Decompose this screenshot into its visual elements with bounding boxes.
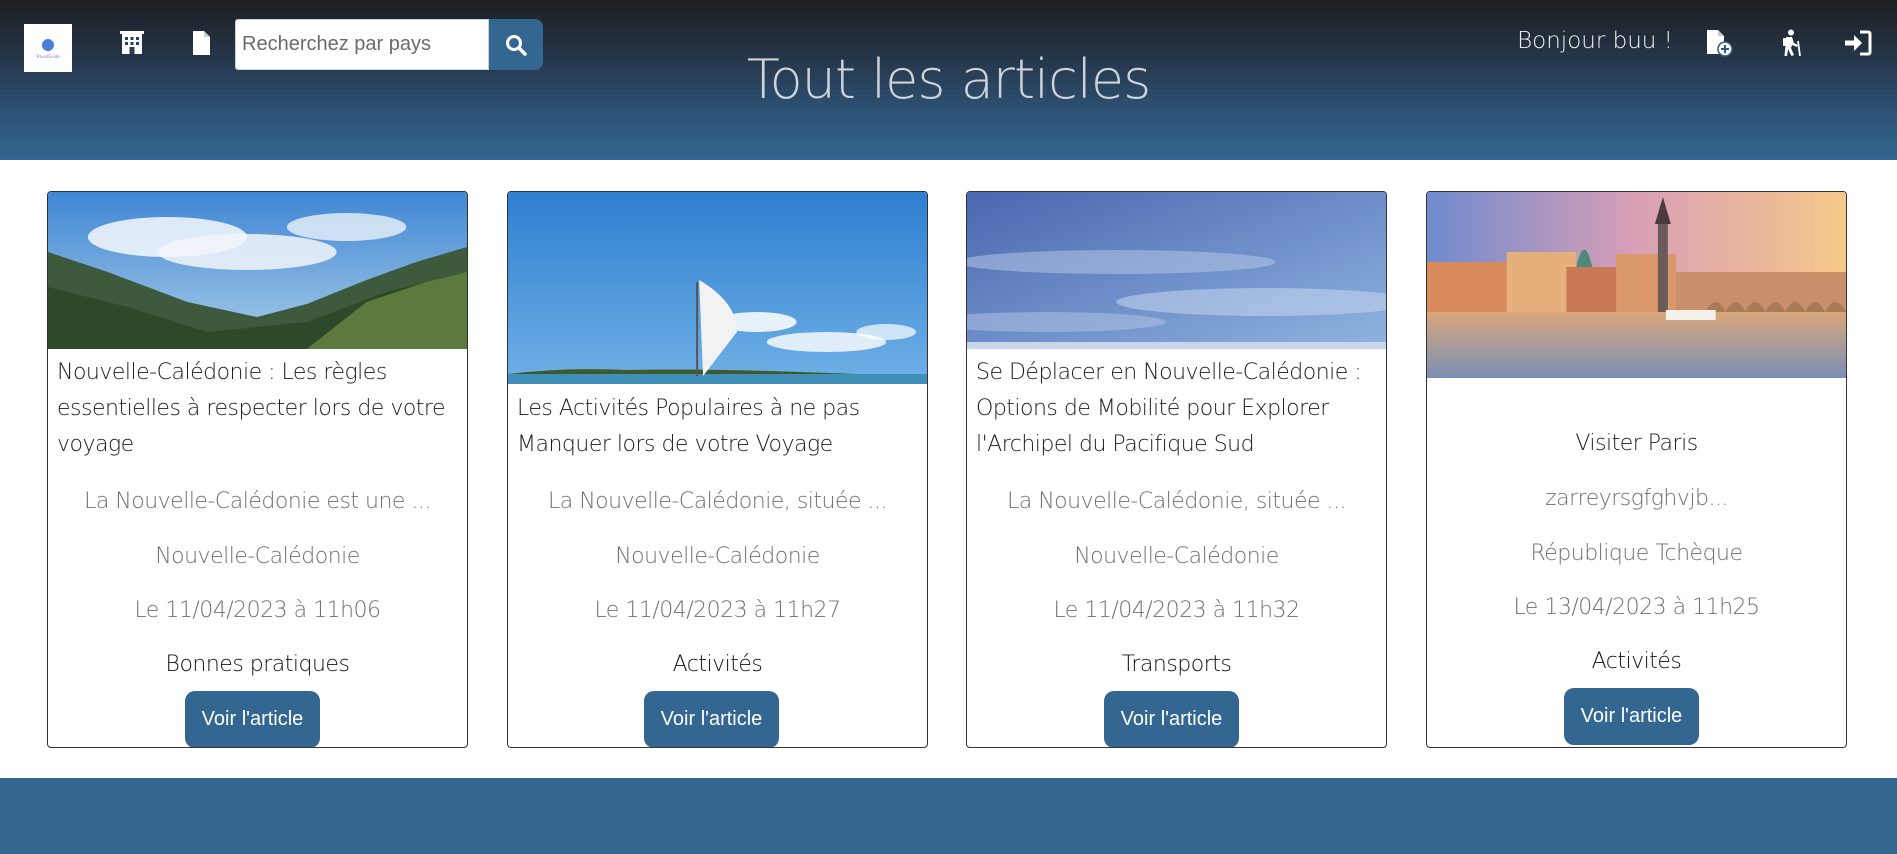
view-article-button[interactable]: Voir l'article — [1564, 688, 1699, 745]
article-country: Nouvelle-Calédonie — [155, 544, 360, 569]
article-category: Activités — [672, 652, 763, 677]
prague-city-photo — [1427, 192, 1846, 378]
view-article-button[interactable]: Voir l'article — [1104, 691, 1239, 747]
article-title: Les Activités Populaires à ne pas Manque… — [517, 396, 860, 457]
article-category: Activités — [1591, 649, 1682, 674]
article-card: Les Activités Populaires à ne pas Manque… — [507, 191, 928, 748]
mountains-photo — [48, 192, 467, 349]
article-country: Nouvelle-Calédonie — [615, 544, 820, 569]
sign-in-icon[interactable] — [1844, 28, 1872, 58]
article-country: Nouvelle-Calédonie — [1074, 544, 1279, 569]
user-greeting: Bonjour buu ! — [1517, 28, 1673, 54]
article-excerpt: La Nouvelle-Calédonie est une ... — [84, 489, 431, 514]
article-excerpt: La Nouvelle-Calédonie, située ... — [1006, 489, 1347, 514]
hiking-icon[interactable] — [1777, 28, 1805, 58]
article-excerpt: La Nouvelle-Calédonie, située ... — [547, 489, 888, 514]
page-title: Tout les articles — [746, 48, 1151, 111]
article-title: Se Déplacer en Nouvelle-Calédonie : Opti… — [976, 360, 1362, 457]
article-date: Le 11/04/2023 à 11h27 — [594, 598, 841, 623]
article-card: Nouvelle-Calédonie : Les règles essentie… — [47, 191, 468, 748]
article-title: Visiter Paris — [1575, 431, 1698, 456]
view-article-button[interactable]: Voir l'article — [185, 691, 320, 747]
article-card: Visiter Paris zarreyrsgfghvjb... Républi… — [1426, 191, 1847, 748]
article-title: Nouvelle-Calédonie : Les règles essentie… — [57, 360, 446, 457]
footer — [0, 778, 1897, 854]
sky-photo — [967, 192, 1386, 349]
article-category: Transports — [1121, 652, 1232, 677]
article-category: Bonnes pratiques — [165, 652, 350, 677]
article-date: Le 13/04/2023 à 11h25 — [1513, 595, 1760, 620]
article-country: République Tchèque — [1530, 541, 1743, 566]
article-excerpt: zarreyrsgfghvjb... — [1545, 486, 1728, 511]
header: TravelGuide Tout les articles Bonjour bu… — [0, 0, 1897, 160]
file-add-icon[interactable] — [1705, 28, 1733, 58]
sailboat-photo — [508, 192, 927, 384]
article-date: Le 11/04/2023 à 11h06 — [134, 598, 381, 623]
article-date: Le 11/04/2023 à 11h32 — [1053, 598, 1300, 623]
view-article-button[interactable]: Voir l'article — [644, 691, 779, 747]
article-card: Se Déplacer en Nouvelle-Calédonie : Opti… — [966, 191, 1387, 748]
